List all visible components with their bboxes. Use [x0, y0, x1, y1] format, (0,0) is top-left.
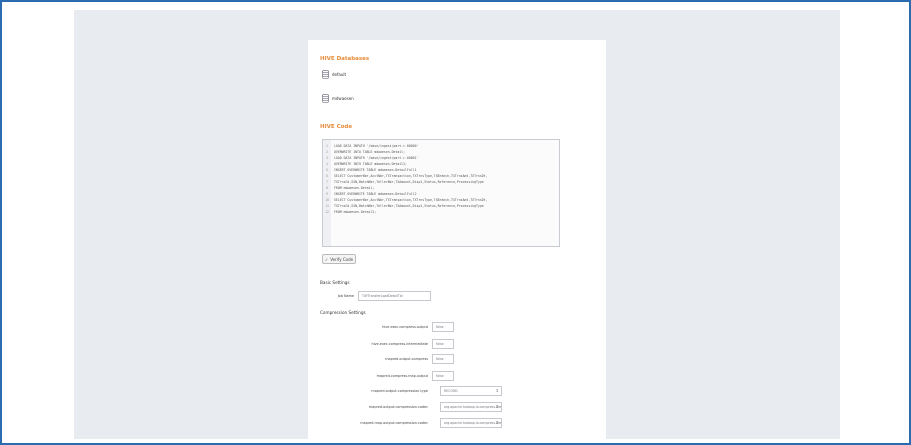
- code-text: FROM mdwaesen.Detail2;: [334, 210, 377, 214]
- code-line: 12 FROM mdwaesen.Detail2;: [323, 209, 559, 215]
- line-number: 12: [325, 210, 329, 214]
- database-icon: [322, 94, 329, 103]
- databases-title: HIVE Databases: [320, 56, 370, 62]
- compression-field-label: hive.exec.compress.output: [382, 325, 428, 329]
- compression-settings-title: Compression Settings: [320, 310, 366, 315]
- compression-field-label: mapred.output.compression.codec: [368, 405, 428, 409]
- basic-settings-title: Basic Settings: [320, 280, 350, 285]
- compression-select[interactable]: RECORD ⇕: [440, 386, 502, 396]
- compression-field-label: hive.exec.compress.intermediate: [371, 342, 428, 346]
- compression-value: RECORD: [444, 389, 458, 393]
- compression-field-label: mapred.output.compression.type: [371, 389, 428, 393]
- compression-value: false: [436, 325, 444, 329]
- compression-value: false: [436, 357, 444, 361]
- compression-select[interactable]: org.apache.hadoop.io.compress.DefaultCod…: [440, 402, 502, 412]
- settings-panel: HIVE Databases default mdwaesen HIVE Cod…: [308, 40, 606, 439]
- select-arrows-icon: ⇕: [495, 388, 499, 393]
- code-title: HIVE Code: [320, 124, 353, 130]
- hive-code-editor[interactable]: 1 LOAD DATA INPATH '/base/ingest/part-r-0…: [322, 139, 560, 247]
- compression-input[interactable]: false: [432, 354, 454, 364]
- compression-value: false: [436, 342, 444, 346]
- verify-code-button[interactable]: ✓ Verify Code: [322, 254, 356, 264]
- compression-input[interactable]: false: [432, 339, 454, 349]
- database-label: default: [332, 72, 347, 77]
- database-item-default[interactable]: default: [322, 70, 346, 79]
- select-arrows-icon: ⇕: [495, 404, 499, 409]
- job-name-label: Job Name: [337, 294, 354, 298]
- compression-input[interactable]: false: [432, 371, 454, 381]
- compression-input[interactable]: false: [432, 322, 454, 332]
- compression-value: org.apache.hadoop.io.compress.DefaultCod…: [444, 405, 502, 409]
- compression-field-label: mapred.map.output.compression.codec: [360, 421, 428, 425]
- compression-field-label: mapred.output.compress: [385, 357, 428, 361]
- compression-value: org.apache.hadoop.io.compress.DefaultCod…: [444, 421, 502, 425]
- select-arrows-icon: ⇕: [495, 420, 499, 425]
- check-icon: ✓: [324, 256, 329, 262]
- compression-value: false: [436, 374, 444, 378]
- compression-field-label: mapred.compress.map.output: [376, 374, 428, 378]
- database-item-mdwaesen[interactable]: mdwaesen: [322, 94, 354, 103]
- database-icon: [322, 70, 329, 79]
- database-label: mdwaesen: [332, 96, 354, 101]
- verify-code-label: Verify Code: [330, 256, 354, 262]
- compression-select[interactable]: org.apache.hadoop.io.compress.DefaultCod…: [440, 418, 502, 428]
- job-name-input[interactable]: TXFTransferLoadDetailTbl: [358, 291, 431, 301]
